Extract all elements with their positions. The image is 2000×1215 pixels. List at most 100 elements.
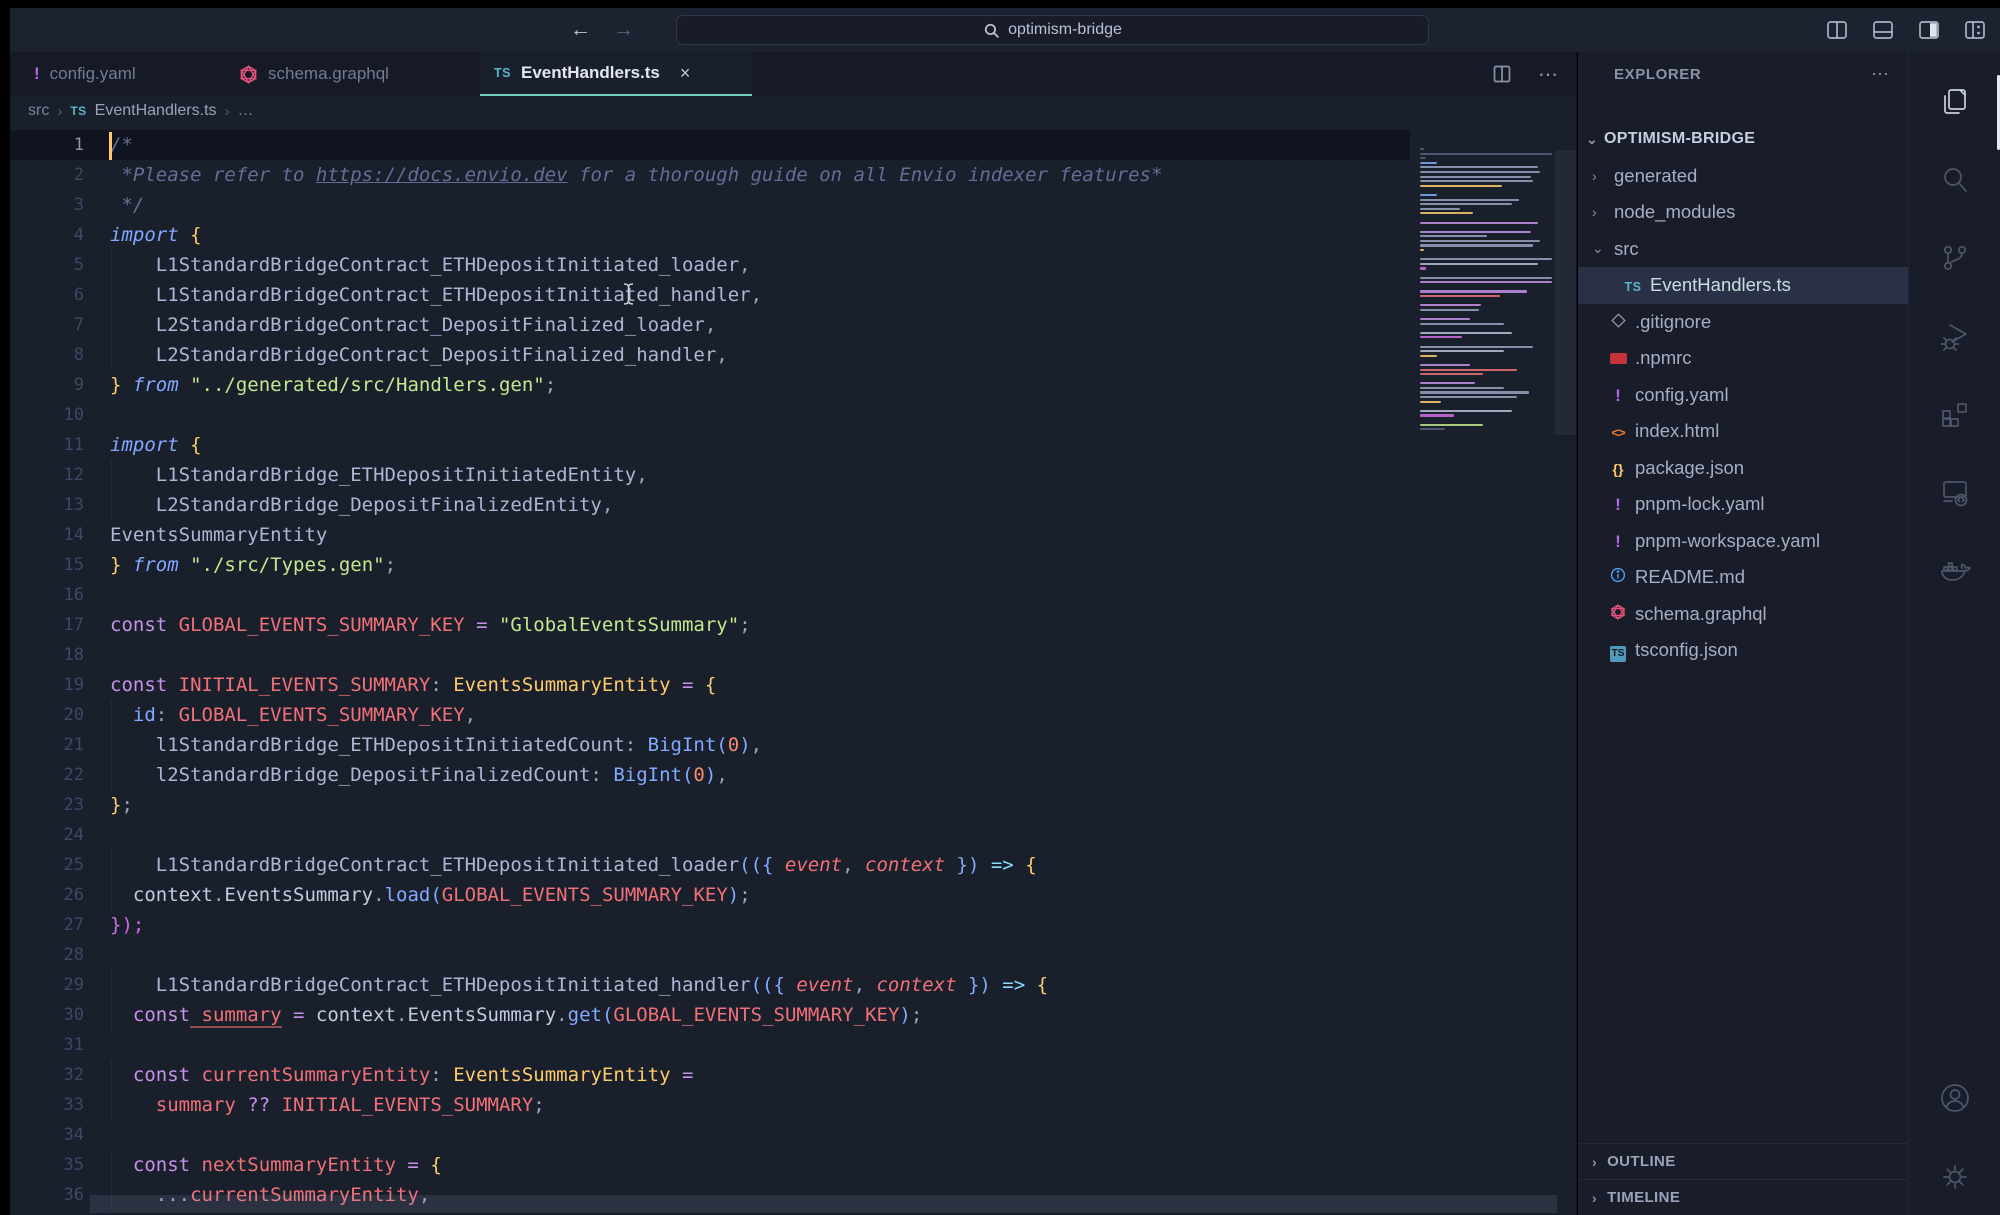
code-line[interactable]: 16 bbox=[10, 580, 1410, 610]
line-number: 5 bbox=[10, 250, 84, 280]
tab-eventhandlers-ts[interactable]: TS EventHandlers.ts × bbox=[480, 52, 752, 96]
code-line[interactable]: 2 *Please refer to https://docs.envio.de… bbox=[10, 160, 1410, 190]
minimap[interactable] bbox=[1420, 148, 1556, 433]
line-number: 12 bbox=[10, 460, 84, 490]
code-line[interactable]: 10 bbox=[10, 400, 1410, 430]
close-icon[interactable]: × bbox=[680, 63, 691, 84]
code-line[interactable]: 6 L1StandardBridgeContract_ETHDepositIni… bbox=[10, 280, 1410, 310]
code-line[interactable]: 27}); bbox=[10, 910, 1410, 940]
tab-config-yaml[interactable]: ! config.yaml bbox=[20, 52, 150, 96]
code-line[interactable]: 5 L1StandardBridgeContract_ETHDepositIni… bbox=[10, 250, 1410, 280]
code-line[interactable]: 29 L1StandardBridgeContract_ETHDepositIn… bbox=[10, 970, 1410, 1000]
tree-file-eventhandlers-ts[interactable]: TSEventHandlers.ts bbox=[1578, 267, 1908, 304]
code-line[interactable]: 28 bbox=[10, 940, 1410, 970]
breadcrumb-src[interactable]: src bbox=[28, 102, 49, 120]
tree-file--gitignore[interactable]: .gitignore bbox=[1578, 304, 1908, 341]
code-line[interactable]: 8 L2StandardBridgeContract_DepositFinali… bbox=[10, 340, 1410, 370]
chevron-right-icon: › bbox=[225, 103, 230, 120]
tree-folder-node-modules[interactable]: ›node_modules bbox=[1578, 194, 1908, 231]
tree-file-pnpm-workspace-yaml[interactable]: !pnpm-workspace.yaml bbox=[1578, 523, 1908, 560]
code-line[interactable]: 23}; bbox=[10, 790, 1410, 820]
code-line[interactable]: 20 id: GLOBAL_EVENTS_SUMMARY_KEY, bbox=[10, 700, 1410, 730]
code-line[interactable]: 24 bbox=[10, 820, 1410, 850]
code-editor[interactable]: 1/*2 *Please refer to https://docs.envio… bbox=[10, 130, 1410, 1215]
line-number: 30 bbox=[10, 1000, 84, 1030]
code-line[interactable]: 22 l2StandardBridge_DepositFinalizedCoun… bbox=[10, 760, 1410, 790]
source-control-icon[interactable] bbox=[1938, 241, 1972, 275]
explorer-more-actions-icon[interactable]: ⋯ bbox=[1871, 64, 1890, 85]
explorer-icon[interactable] bbox=[1938, 85, 1972, 119]
code-line[interactable]: 15} from "./src/Types.gen"; bbox=[10, 550, 1410, 580]
code-line[interactable]: 4import { bbox=[10, 220, 1410, 250]
code-line[interactable]: 17const GLOBAL_EVENTS_SUMMARY_KEY = "Glo… bbox=[10, 610, 1410, 640]
section-timeline[interactable]: ›TIMELINE bbox=[1578, 1179, 1908, 1215]
code-line[interactable]: 32 const currentSummaryEntity: EventsSum… bbox=[10, 1060, 1410, 1090]
search-icon[interactable] bbox=[1938, 163, 1972, 197]
breadcrumb-symbol[interactable]: … bbox=[238, 102, 254, 120]
toggle-panel-bottom-icon[interactable] bbox=[1872, 19, 1894, 41]
code-line[interactable]: 34 bbox=[10, 1120, 1410, 1150]
tree-file-schema-graphql[interactable]: schema.graphql bbox=[1578, 596, 1908, 633]
ts-icon: TS bbox=[494, 66, 511, 80]
code-line[interactable]: 18 bbox=[10, 640, 1410, 670]
breadcrumb-file[interactable]: EventHandlers.ts bbox=[95, 102, 217, 120]
nav-forward-icon[interactable]: → bbox=[613, 18, 634, 42]
horizontal-scrollbar[interactable] bbox=[90, 1195, 1557, 1213]
line-text: }); bbox=[84, 910, 144, 940]
line-number: 36 bbox=[10, 1180, 84, 1210]
docker-icon[interactable] bbox=[1938, 553, 1972, 587]
tree-file-config-yaml[interactable]: !config.yaml bbox=[1578, 377, 1908, 414]
code-line[interactable]: 33 summary ?? INITIAL_EVENTS_SUMMARY; bbox=[10, 1090, 1410, 1120]
tree-file-readme-md[interactable]: README.md bbox=[1578, 559, 1908, 596]
tree-folder-src[interactable]: ⌄src bbox=[1578, 231, 1908, 268]
code-line[interactable]: 30 const summary = context.EventsSummary… bbox=[10, 1000, 1410, 1030]
code-line[interactable]: 13 L2StandardBridge_DepositFinalizedEnti… bbox=[10, 490, 1410, 520]
tree-file-tsconfig-json[interactable]: TStsconfig.json bbox=[1578, 632, 1908, 669]
remote-explorer-icon[interactable] bbox=[1938, 475, 1972, 509]
line-number: 24 bbox=[10, 820, 84, 850]
code-line[interactable]: 9} from "../generated/src/Handlers.gen"; bbox=[10, 370, 1410, 400]
editor-more-actions-icon[interactable]: ⋯ bbox=[1538, 62, 1558, 87]
settings-gear-icon[interactable] bbox=[1938, 1160, 1972, 1194]
run-debug-icon[interactable] bbox=[1938, 319, 1972, 353]
tree-file-pnpm-lock-yaml[interactable]: !pnpm-lock.yaml bbox=[1578, 486, 1908, 523]
code-line[interactable]: 31 bbox=[10, 1030, 1410, 1060]
code-line[interactable]: 7 L2StandardBridgeContract_DepositFinali… bbox=[10, 310, 1410, 340]
tree-file-index-html[interactable]: <>index.html bbox=[1578, 413, 1908, 450]
line-number: 2 bbox=[10, 160, 84, 190]
line-number: 21 bbox=[10, 730, 84, 760]
explorer-root-folder[interactable]: ⌄OPTIMISM-BRIDGE bbox=[1578, 121, 1908, 158]
warning-icon: ! bbox=[34, 64, 40, 84]
graphql-icon bbox=[1610, 604, 1626, 620]
section-outline[interactable]: ›OUTLINE bbox=[1578, 1143, 1908, 1179]
toggle-panel-left-icon[interactable] bbox=[1826, 19, 1848, 41]
command-center-search[interactable]: optimism-bridge bbox=[676, 15, 1429, 45]
npm-icon bbox=[1610, 353, 1627, 364]
code-line[interactable]: 35 const nextSummaryEntity = { bbox=[10, 1150, 1410, 1180]
code-line[interactable]: 25 L1StandardBridgeContract_ETHDepositIn… bbox=[10, 850, 1410, 880]
code-line[interactable]: 26 context.EventsSummary.load(GLOBAL_EVE… bbox=[10, 880, 1410, 910]
extensions-icon[interactable] bbox=[1938, 397, 1972, 431]
chevron-down-icon: ⌄ bbox=[1592, 240, 1610, 257]
code-line[interactable]: 12 L1StandardBridge_ETHDepositInitiatedE… bbox=[10, 460, 1410, 490]
line-number: 8 bbox=[10, 340, 84, 370]
tree-file-package-json[interactable]: {}package.json bbox=[1578, 450, 1908, 487]
customize-layout-icon[interactable] bbox=[1964, 19, 1986, 41]
code-line[interactable]: 1/* bbox=[10, 130, 1410, 160]
account-icon[interactable] bbox=[1938, 1081, 1972, 1115]
code-line[interactable]: 3 */ bbox=[10, 190, 1410, 220]
tab-schema-graphql[interactable]: schema.graphql bbox=[225, 52, 403, 96]
vertical-scrollbar[interactable] bbox=[1555, 150, 1576, 435]
code-line[interactable]: 14EventsSummaryEntity bbox=[10, 520, 1410, 550]
tree-file--npmrc[interactable]: .npmrc bbox=[1578, 340, 1908, 377]
code-line[interactable]: 11import { bbox=[10, 430, 1410, 460]
split-editor-icon[interactable] bbox=[1492, 64, 1512, 84]
code-line[interactable]: 19const INITIAL_EVENTS_SUMMARY: EventsSu… bbox=[10, 670, 1410, 700]
toggle-sidebar-right-icon[interactable] bbox=[1918, 19, 1940, 41]
tree-folder-generated[interactable]: ›generated bbox=[1578, 158, 1908, 195]
explorer-sidebar: EXPLORER ⋯ ⌄OPTIMISM-BRIDGE›generated›no… bbox=[1578, 52, 1908, 1215]
breadcrumb[interactable]: src › TS EventHandlers.ts › … bbox=[10, 96, 1576, 126]
code-line[interactable]: 21 l1StandardBridge_ETHDepositInitiatedC… bbox=[10, 730, 1410, 760]
chevron-right-icon: › bbox=[1592, 168, 1610, 184]
nav-back-icon[interactable]: ← bbox=[570, 18, 591, 42]
